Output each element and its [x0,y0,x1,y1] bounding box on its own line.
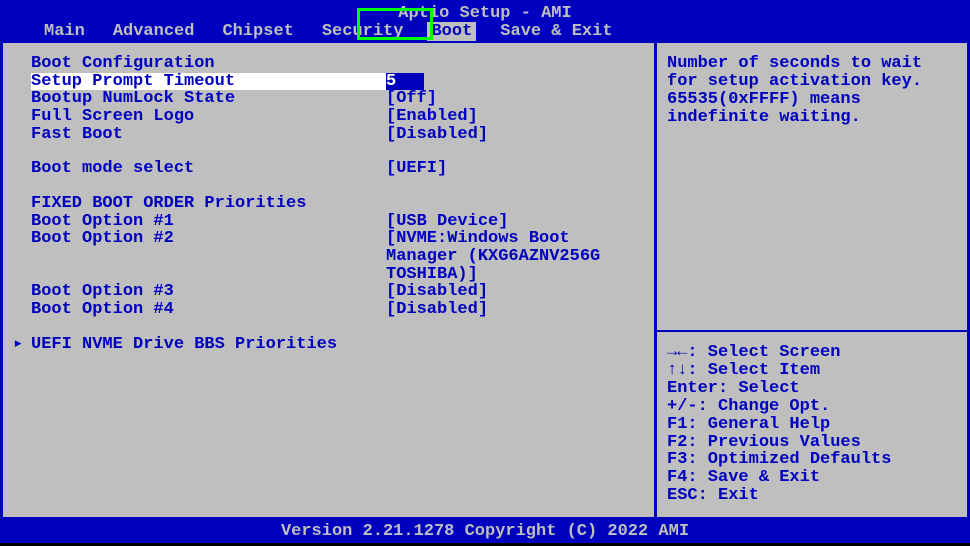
header-bar: Aptio Setup - AMI Main Advanced Chipset … [0,0,970,40]
tab-chipset[interactable]: Chipset [218,22,297,41]
boot-option-4-value[interactable]: [Disabled] [386,301,488,319]
key-change-opt: +/-: Change Opt. [667,398,957,416]
boot-mode-row[interactable]: Boot mode select [UEFI] [3,160,654,178]
help-panel: Number of seconds to wait for setup acti… [657,43,967,517]
fast-boot-row[interactable]: Fast Boot [Disabled] [3,126,654,144]
numlock-row[interactable]: Bootup NumLock State [Off] [3,90,654,108]
setup-prompt-timeout-value[interactable]: 5 [386,73,424,91]
tab-advanced[interactable]: Advanced [109,22,199,41]
boot-option-3-value[interactable]: [Disabled] [386,283,488,301]
boot-option-1-value[interactable]: [USB Device] [386,213,508,231]
fullscreen-logo-row[interactable]: Full Screen Logo [Enabled] [3,108,654,126]
boot-option-2-value[interactable]: [NVME:Windows Boot [386,230,570,248]
key-esc: ESC: Exit [667,487,957,505]
key-select-screen: →←: Select Screen [667,344,957,362]
boot-mode-label: Boot mode select [31,160,386,178]
fullscreen-logo-value[interactable]: [Enabled] [386,108,478,126]
boot-option-3-row[interactable]: Boot Option #3 [Disabled] [3,283,654,301]
boot-option-2-label: Boot Option #2 [31,230,386,248]
key-f1: F1: General Help [667,416,957,434]
fixed-order-heading: FIXED BOOT ORDER Priorities [3,195,654,213]
app-title: Aptio Setup - AMI [0,4,970,23]
numlock-value[interactable]: [Off] [386,90,437,108]
key-select-item: ↑↓: Select Item [667,362,957,380]
boot-config-heading: Boot Configuration [3,55,654,73]
main-frame: Boot Configuration Setup Prompt Timeout … [0,40,970,520]
setup-prompt-timeout-row[interactable]: Setup Prompt Timeout 5 [3,73,654,91]
boot-option-2-extra1: Manager (KXG6AZNV256G [3,248,654,266]
key-f4: F4: Save & Exit [667,469,957,487]
keymap-help: →←: Select Screen ↑↓: Select Item Enter:… [657,332,967,517]
key-f2: F2: Previous Values [667,434,957,452]
boot-mode-value[interactable]: [UEFI] [386,160,447,178]
tab-main[interactable]: Main [40,22,89,41]
setup-prompt-timeout-label: Setup Prompt Timeout [31,73,386,91]
boot-option-4-label: Boot Option #4 [31,301,386,319]
fullscreen-logo-label: Full Screen Logo [31,108,386,126]
tab-security[interactable]: Security [318,22,408,41]
uefi-nvme-submenu[interactable]: ▸UEFI NVME Drive BBS Priorities [3,336,654,354]
tab-boot[interactable]: Boot [427,22,476,41]
uefi-nvme-submenu-label: UEFI NVME Drive BBS Priorities [31,335,337,354]
boot-option-1-row[interactable]: Boot Option #1 [USB Device] [3,213,654,231]
boot-option-2-row[interactable]: Boot Option #2 [NVME:Windows Boot [3,230,654,248]
boot-option-2-extra2: TOSHIBA)] [3,266,654,284]
footer-bar: Version 2.21.1278 Copyright (C) 2022 AMI [0,520,970,543]
boot-option-1-label: Boot Option #1 [31,213,386,231]
settings-panel: Boot Configuration Setup Prompt Timeout … [3,43,657,517]
key-enter: Enter: Select [667,380,957,398]
tab-save-exit[interactable]: Save & Exit [496,22,616,41]
key-f3: F3: Optimized Defaults [667,451,957,469]
numlock-label: Bootup NumLock State [31,90,386,108]
fast-boot-label: Fast Boot [31,126,386,144]
menu-tabs: Main Advanced Chipset Security Boot Save… [40,22,617,41]
help-description: Number of seconds to wait for setup acti… [657,43,967,332]
boot-option-4-row[interactable]: Boot Option #4 [Disabled] [3,301,654,319]
help-text: Number of seconds to wait for setup acti… [667,55,957,126]
submenu-arrow-icon: ▸ [13,336,31,354]
boot-option-3-label: Boot Option #3 [31,283,386,301]
fast-boot-value[interactable]: [Disabled] [386,126,488,144]
